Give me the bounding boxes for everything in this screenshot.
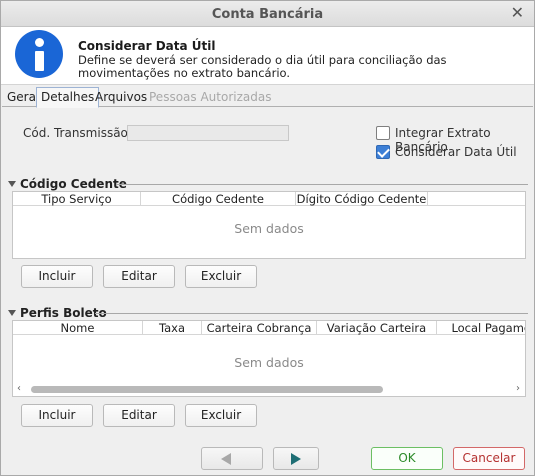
title-bar[interactable]: Conta Bancária ✕ [1,1,534,27]
considerar-data-util-checkbox[interactable] [376,145,390,159]
perfis-boleto-table[interactable]: Nome Taxa Carteira Cobrança Variação Car… [12,320,526,397]
info-title: Considerar Data Útil [78,39,216,53]
editar-button[interactable]: Editar [103,404,175,427]
perfis-boleto-header[interactable]: Perfis Boleto [8,306,107,320]
collapse-triangle-icon[interactable] [8,310,16,316]
tab-bar: Geral Detalhes Arquivos Pessoas Autoriza… [2,86,533,108]
triangle-left-icon [221,453,231,465]
tab-arquivos[interactable]: Arquivos [90,87,152,107]
previous-button[interactable] [201,447,263,470]
section-divider [116,184,528,185]
next-button[interactable] [273,447,319,470]
column-header[interactable]: Variação Carteira [317,321,437,335]
section-divider [95,313,528,314]
incluir-button[interactable]: Incluir [21,265,93,288]
window-title: Conta Bancária [211,7,324,22]
collapse-triangle-icon[interactable] [8,181,16,187]
perfis-boleto-title: Perfis Boleto [20,306,107,320]
info-description: Define se deverá ser considerado o dia ú… [78,53,447,80]
column-header[interactable]: Dígito Código Cedente [296,192,428,206]
empty-state-text: Sem dados [234,221,304,236]
column-header[interactable]: Tipo Serviço [13,192,141,206]
codigo-cedente-table[interactable]: Tipo Serviço Código Cedente Dígito Códig… [12,191,526,259]
column-header[interactable]: Taxa [143,321,202,335]
column-header[interactable]: Local Pagame [437,321,525,335]
codigo-cedente-header[interactable]: Código Cedente [8,177,127,191]
info-panel: Considerar Data Útil Define se deverá se… [1,27,534,85]
close-icon[interactable]: ✕ [511,5,524,21]
codigo-cedente-title: Código Cedente [20,177,127,191]
excluir-button[interactable]: Excluir [185,265,257,288]
horizontal-scrollbar[interactable]: ‹ › [13,382,525,396]
info-icon [15,30,63,78]
integrar-extrato-checkbox[interactable] [376,126,390,140]
considerar-data-util-label[interactable]: Considerar Data Útil [395,145,517,159]
excluir-button[interactable]: Excluir [185,404,257,427]
cancel-button[interactable]: Cancelar [453,447,525,470]
cod-transmissao-label: Cód. Transmissão [23,126,128,140]
scroll-right-icon[interactable]: › [516,383,520,394]
column-header[interactable]: Código Cedente [141,192,296,206]
incluir-button[interactable]: Incluir [21,404,93,427]
scrollbar-thumb[interactable] [31,386,383,393]
column-header[interactable]: Carteira Cobrança [202,321,317,335]
empty-state-text: Sem dados [234,355,304,370]
table-header: Nome Taxa Carteira Cobrança Variação Car… [13,321,525,335]
table-header: Tipo Serviço Código Cedente Dígito Códig… [13,192,525,206]
cod-transmissao-field[interactable] [127,125,289,141]
editar-button[interactable]: Editar [103,265,175,288]
tab-pessoas-autorizadas: Pessoas Autorizadas [149,90,272,104]
scroll-left-icon[interactable]: ‹ [17,383,21,394]
triangle-right-icon [291,453,301,465]
dialog-window: Conta Bancária ✕ Considerar Data Útil De… [0,0,535,476]
column-header[interactable]: Nome [13,321,143,335]
ok-button[interactable]: OK [371,447,443,470]
